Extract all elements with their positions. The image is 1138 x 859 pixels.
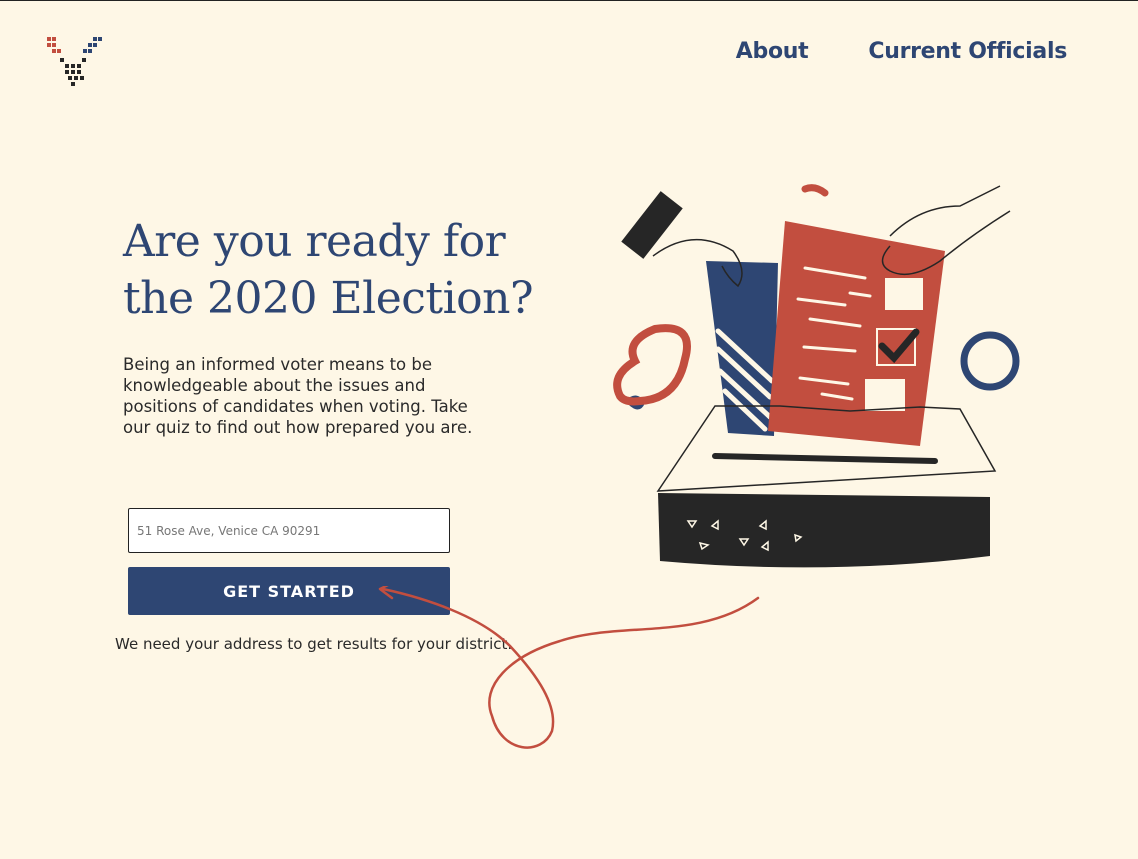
hero-headline: Are you ready for the 2020 Election? — [123, 216, 534, 324]
nav-link-current-officials[interactable]: Current Officials — [868, 39, 1067, 64]
curly-arrow-icon — [378, 586, 760, 749]
logo-icon[interactable] — [47, 36, 103, 86]
nav-link-about[interactable]: About — [736, 39, 809, 64]
address-input[interactable] — [128, 508, 450, 553]
ballot-box-illustration-icon — [613, 184, 1020, 568]
main-nav: About Current Officials — [736, 39, 1068, 64]
hero-intro: Being an informed voter means to be know… — [123, 355, 473, 437]
